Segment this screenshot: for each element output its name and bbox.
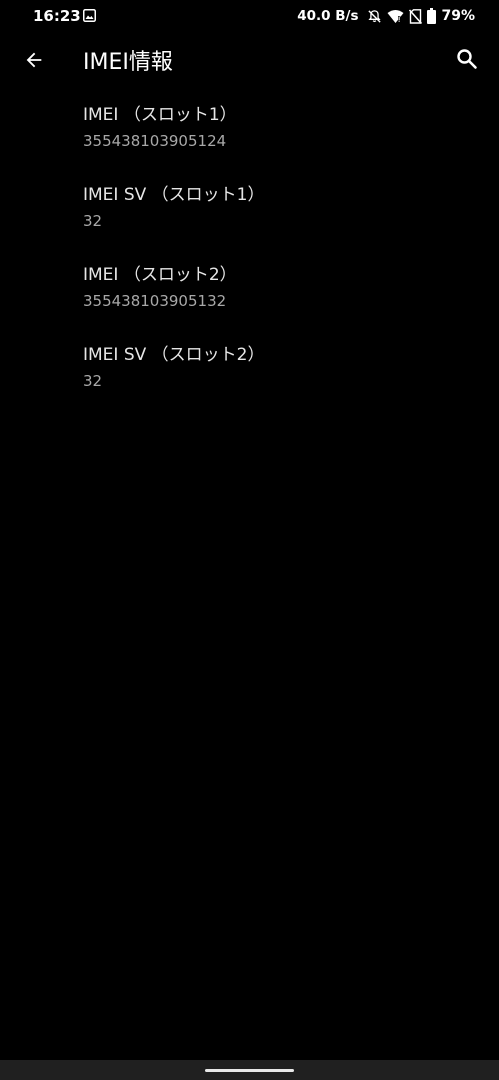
item-title: IMEI SV （スロット1）: [83, 185, 265, 205]
list-item[interactable]: IMEI SV （スロット1） 32: [83, 180, 483, 260]
wifi-icon: [387, 9, 404, 23]
status-bar: 16:23 40.0 B/s 79%: [0, 0, 499, 32]
status-right-group: 40.0 B/s 79%: [297, 6, 475, 26]
item-value: 355438103905124: [83, 132, 227, 150]
network-speed: 40.0 B/s: [297, 8, 359, 24]
list-item[interactable]: IMEI （スロット2） 355438103905132: [83, 260, 483, 340]
item-title: IMEI SV （スロット2）: [83, 345, 265, 365]
no-sim-icon: [409, 8, 423, 24]
item-value: 355438103905132: [83, 292, 227, 310]
imei-info-list: IMEI （スロット1） 355438103905124 IMEI SV （スロ…: [83, 100, 483, 420]
status-time: 16:23: [33, 7, 81, 25]
back-button[interactable]: [20, 46, 48, 74]
home-gesture-handle[interactable]: [205, 1069, 294, 1072]
item-value: 32: [83, 212, 103, 230]
list-item[interactable]: IMEI SV （スロット2） 32: [83, 340, 483, 420]
navigation-bar: [0, 1060, 499, 1080]
item-title: IMEI （スロット1）: [83, 105, 237, 125]
battery-icon: [427, 8, 437, 24]
bell-off-icon: [368, 9, 382, 23]
search-icon: [457, 49, 477, 69]
item-title: IMEI （スロット2）: [83, 265, 237, 285]
search-button[interactable]: [453, 45, 481, 73]
list-item[interactable]: IMEI （スロット1） 355438103905124: [83, 100, 483, 180]
page-title: IMEI情報: [83, 50, 173, 75]
toolbar: IMEI情報: [0, 32, 499, 88]
item-value: 32: [83, 372, 103, 390]
battery-percentage: 79%: [441, 8, 475, 24]
image-icon: [83, 9, 96, 22]
arrow-back-icon: [26, 52, 42, 68]
